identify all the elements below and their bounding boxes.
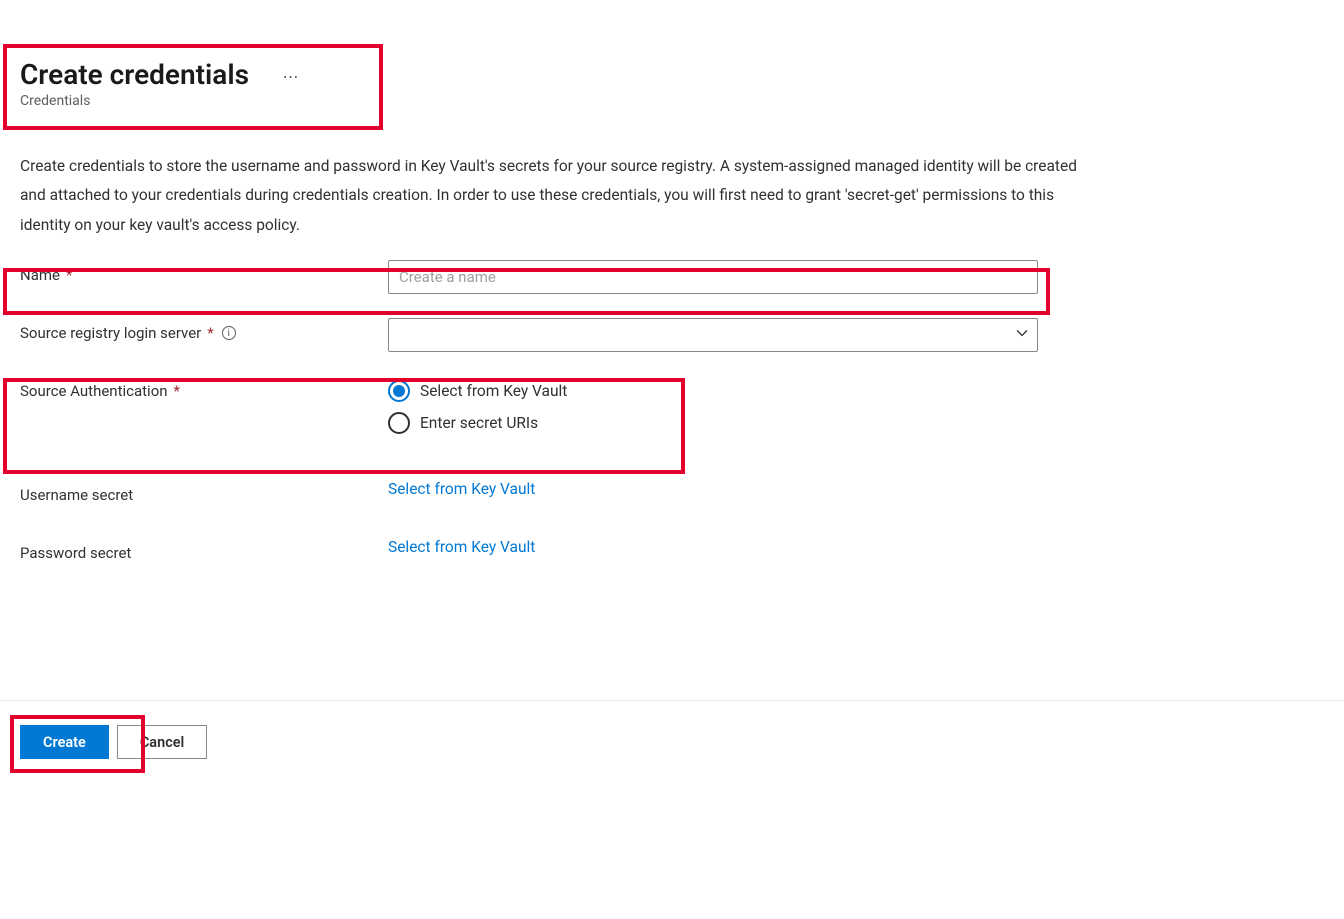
- name-label: Name *: [20, 260, 388, 284]
- name-label-text: Name: [20, 266, 60, 284]
- username-secret-link[interactable]: Select from Key Vault: [388, 480, 535, 498]
- required-asterisk: *: [174, 382, 180, 400]
- cancel-button[interactable]: Cancel: [117, 725, 208, 759]
- radio-icon-unchecked: [388, 412, 410, 434]
- source-auth-radio-group: Select from Key Vault Enter secret URIs: [388, 376, 1038, 434]
- password-secret-link[interactable]: Select from Key Vault: [388, 538, 535, 556]
- form-row-password-secret: Password secret Select from Key Vault: [20, 538, 1324, 574]
- radio-enter-secret-uris[interactable]: Enter secret URIs: [388, 412, 1038, 434]
- source-auth-label: Source Authentication *: [20, 376, 388, 400]
- source-auth-label-text: Source Authentication: [20, 382, 168, 400]
- create-button[interactable]: Create: [20, 725, 109, 759]
- form-row-name: Name *: [20, 260, 1324, 296]
- username-secret-label-text: Username secret: [20, 486, 133, 504]
- radio-label-keyvault: Select from Key Vault: [420, 382, 567, 400]
- form-row-username-secret: Username secret Select from Key Vault: [20, 480, 1324, 516]
- breadcrumb: Credentials: [20, 93, 1324, 109]
- more-actions-icon[interactable]: ⋯: [283, 67, 299, 86]
- radio-icon-checked: [388, 380, 410, 402]
- form-row-source-registry: Source registry login server * i: [20, 318, 1324, 354]
- source-registry-label-text: Source registry login server: [20, 324, 201, 342]
- page-description: Create credentials to store the username…: [0, 117, 1120, 260]
- info-icon[interactable]: i: [222, 326, 236, 340]
- source-registry-label: Source registry login server * i: [20, 318, 388, 342]
- radio-select-from-key-vault[interactable]: Select from Key Vault: [388, 380, 1038, 402]
- footer: Create Cancel: [0, 700, 1344, 783]
- required-asterisk: *: [207, 324, 213, 342]
- name-input[interactable]: [388, 260, 1038, 294]
- password-secret-label: Password secret: [20, 538, 388, 562]
- required-asterisk: *: [66, 266, 72, 284]
- password-secret-label-text: Password secret: [20, 544, 131, 562]
- page-title: Create credentials: [20, 58, 249, 91]
- source-registry-dropdown[interactable]: [388, 318, 1038, 352]
- radio-dot: [393, 385, 405, 397]
- username-secret-label: Username secret: [20, 480, 388, 504]
- radio-label-uris: Enter secret URIs: [420, 414, 538, 432]
- form-row-source-auth: Source Authentication * Select from Key …: [20, 376, 1324, 434]
